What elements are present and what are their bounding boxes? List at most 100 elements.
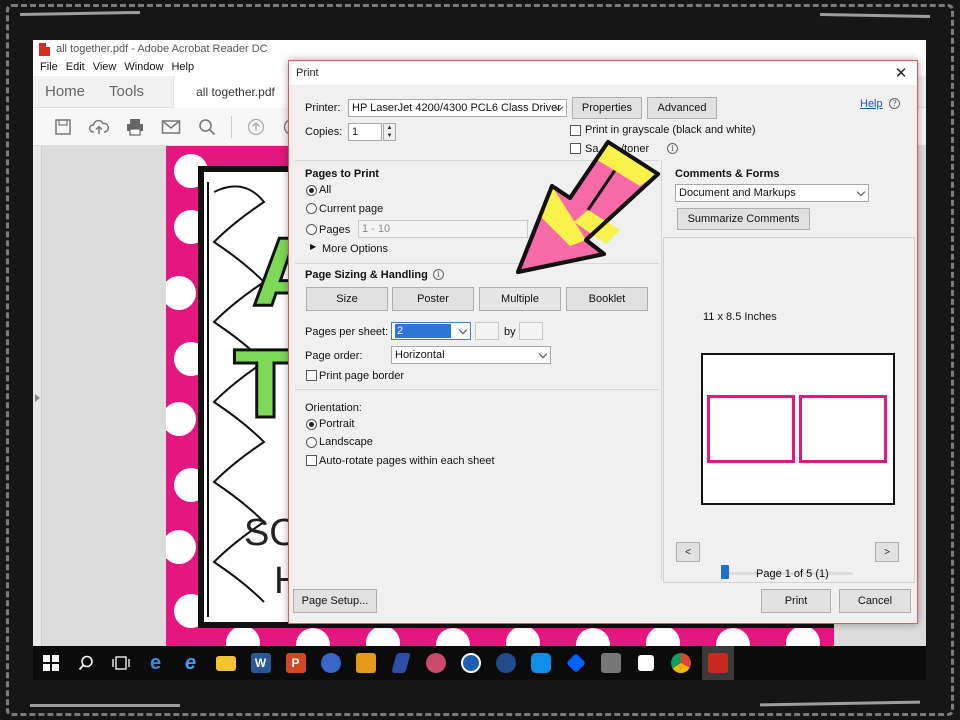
- pages-per-sheet-select[interactable]: 2: [391, 322, 471, 340]
- booklet-button[interactable]: Booklet: [566, 287, 648, 311]
- expand-arrow-icon: [35, 394, 40, 402]
- save-icon[interactable]: [52, 116, 74, 138]
- tab-tools[interactable]: Tools: [109, 83, 144, 100]
- copies-stepper[interactable]: ▲ ▼: [383, 123, 396, 141]
- landscape-radio[interactable]: [306, 437, 317, 448]
- menu-window[interactable]: Window: [124, 61, 163, 73]
- copies-input[interactable]: 1: [348, 123, 382, 141]
- printer-label: Printer:: [305, 102, 341, 114]
- comments-forms-select[interactable]: Document and Markups: [675, 184, 869, 202]
- preview-page-1: [707, 395, 795, 463]
- page-setup-button[interactable]: Page Setup...: [293, 589, 377, 613]
- help-info-icon[interactable]: ?: [889, 98, 900, 109]
- edge-icon[interactable]: e: [142, 649, 170, 677]
- expand-triangle-icon[interactable]: ▶: [310, 242, 316, 251]
- printer-select[interactable]: HP LaserJet 4200/4300 PCL6 Class Driver: [348, 99, 567, 117]
- print-dialog-titlebar: Print ✕: [289, 61, 917, 85]
- print-icon[interactable]: [124, 116, 146, 138]
- print-button[interactable]: Print: [761, 589, 831, 613]
- preview-prev-button[interactable]: <: [676, 542, 700, 562]
- advanced-button[interactable]: Advanced: [647, 97, 717, 119]
- menu-view[interactable]: View: [93, 61, 117, 73]
- toolbar-separator: [231, 115, 232, 138]
- windows-start-icon[interactable]: [37, 649, 65, 677]
- pdf-file-icon: [39, 42, 50, 56]
- close-icon[interactable]: ✕: [891, 63, 911, 83]
- page-order-select[interactable]: Horizontal: [391, 346, 551, 364]
- auto-rotate-checkbox[interactable]: [306, 455, 317, 466]
- auto-rotate-label: Auto-rotate pages within each sheet: [319, 455, 495, 467]
- copies-label: Copies:: [305, 126, 343, 138]
- annotation-arrow-icon: [516, 140, 660, 274]
- summarize-comments-button[interactable]: Summarize Comments: [677, 208, 810, 230]
- cancel-button[interactable]: Cancel: [839, 589, 911, 613]
- print-border-checkbox[interactable]: [306, 370, 317, 381]
- pages-range-value: 1 - 10: [362, 223, 391, 235]
- multiple-button[interactable]: Multiple: [479, 287, 561, 311]
- app-film-icon[interactable]: [597, 649, 625, 677]
- rows-input[interactable]: [475, 322, 499, 340]
- poster-button[interactable]: Poster: [392, 287, 474, 311]
- size-button[interactable]: Size: [306, 287, 388, 311]
- outlook-icon[interactable]: [352, 649, 380, 677]
- email-icon[interactable]: [160, 116, 182, 138]
- chevron-down-icon: [535, 347, 550, 363]
- pages-current-radio[interactable]: [306, 203, 317, 214]
- search-icon[interactable]: [196, 116, 218, 138]
- windows-taskbar: e e W P: [33, 646, 926, 680]
- menu-edit[interactable]: Edit: [66, 61, 85, 73]
- print-border-label: Print page border: [319, 370, 404, 382]
- copies-value: 1: [352, 126, 359, 138]
- task-view-icon[interactable]: [107, 649, 135, 677]
- upload-cloud-icon[interactable]: [88, 116, 110, 138]
- by-label: by: [504, 326, 516, 338]
- pages-current-label: Current page: [319, 203, 384, 215]
- file-explorer-icon[interactable]: [212, 649, 240, 677]
- pages-range-input[interactable]: 1 - 10: [358, 220, 528, 238]
- chrome-icon[interactable]: [667, 649, 695, 677]
- page-info-label: Page 1 of 5 (1): [756, 568, 829, 580]
- teamviewer-icon[interactable]: [527, 649, 555, 677]
- preview-paper: [701, 353, 895, 505]
- page-sizing-info-icon[interactable]: i: [433, 269, 444, 280]
- divider: [295, 389, 659, 390]
- powerpoint-icon[interactable]: P: [282, 649, 310, 677]
- menu-help[interactable]: Help: [171, 61, 194, 73]
- printer-value: HP LaserJet 4200/4300 PCL6 Class Driver: [352, 102, 561, 114]
- menu-file[interactable]: File: [40, 61, 58, 73]
- store-icon[interactable]: [632, 649, 660, 677]
- app-blue-circle-icon[interactable]: [317, 649, 345, 677]
- app-flower-icon[interactable]: [422, 649, 450, 677]
- app-gear-icon[interactable]: [492, 649, 520, 677]
- page-order-value: Horizontal: [395, 349, 445, 361]
- portrait-radio[interactable]: [306, 419, 317, 430]
- word-icon[interactable]: W: [247, 649, 275, 677]
- pages-per-sheet-value: 2: [395, 324, 451, 338]
- pages-per-sheet-label: Pages per sheet:: [305, 326, 389, 338]
- chevron-down-icon: [853, 185, 868, 201]
- internet-explorer-icon[interactable]: e: [177, 649, 205, 677]
- columns-input[interactable]: [519, 322, 543, 340]
- tab-home[interactable]: Home: [45, 83, 85, 100]
- tab-document-label: all together.pdf: [196, 85, 275, 99]
- page-up-icon[interactable]: [245, 116, 267, 138]
- preview-slider-thumb[interactable]: [721, 565, 729, 579]
- dropbox-icon[interactable]: [562, 649, 590, 677]
- more-options-toggle[interactable]: More Options: [322, 243, 388, 255]
- save-ink-info-icon[interactable]: i: [667, 143, 678, 154]
- paper-size-label: 11 x 8.5 Inches: [703, 311, 777, 323]
- pages-to-print-heading: Pages to Print: [305, 168, 379, 180]
- app-clock-icon[interactable]: [457, 649, 485, 677]
- left-panel-toggle[interactable]: [33, 146, 42, 646]
- search-icon[interactable]: [72, 649, 100, 677]
- acrobat-taskbar-icon[interactable]: [701, 646, 734, 680]
- help-link[interactable]: Help: [860, 98, 883, 110]
- page-sizing-heading: Page Sizing & Handling: [305, 269, 428, 281]
- pages-all-label: All: [319, 184, 332, 196]
- tab-document[interactable]: all together.pdf: [173, 76, 298, 108]
- app-pen-icon[interactable]: [387, 649, 415, 677]
- pages-range-radio[interactable]: [306, 224, 317, 235]
- pages-all-radio[interactable]: [306, 185, 317, 196]
- preview-next-button[interactable]: >: [875, 542, 899, 562]
- properties-button[interactable]: Properties: [572, 97, 642, 119]
